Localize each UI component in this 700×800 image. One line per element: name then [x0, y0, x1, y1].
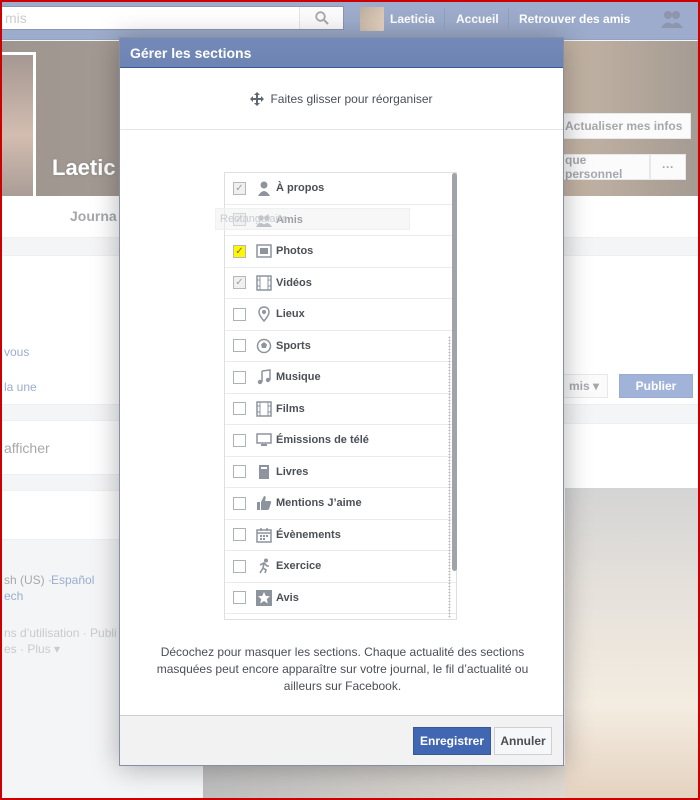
person-icon	[256, 180, 272, 197]
calendar-icon	[256, 527, 272, 543]
drag-handle[interactable]	[448, 336, 451, 618]
map-pin-icon	[256, 306, 272, 323]
star-icon	[256, 589, 272, 606]
section-label: Lieux	[276, 308, 305, 321]
section-checkbox[interactable]: ✓	[233, 181, 246, 195]
running-icon	[256, 558, 272, 574]
list-item[interactable]: Musique	[225, 362, 456, 394]
section-checkbox[interactable]	[233, 559, 246, 573]
section-checkbox[interactable]: ✓	[233, 244, 246, 258]
section-checkbox[interactable]	[233, 402, 246, 416]
section-label: Exercice	[276, 560, 322, 573]
sections-list: ✓ À propos ✓ Amis ✓ Photos ✓ Vidéos Lieu…	[224, 172, 457, 620]
music-icon	[256, 369, 272, 385]
thumbs-up-icon	[256, 495, 272, 511]
section-checkbox[interactable]	[233, 370, 246, 384]
section-checkbox[interactable]	[233, 591, 246, 605]
save-button[interactable]: Enregistrer	[413, 727, 491, 755]
section-label: Photos	[276, 245, 314, 258]
section-label: Avis	[276, 591, 299, 604]
section-label: Émissions de télé	[276, 434, 369, 447]
section-label: À propos	[276, 182, 325, 195]
manage-sections-dialog: Gérer les sections Faites glisser pour r…	[119, 37, 564, 766]
tv-icon	[256, 432, 272, 448]
dialog-note: Décochez pour masquer les sections. Chaq…	[156, 645, 529, 693]
section-label: Sports	[276, 339, 311, 352]
section-checkbox[interactable]	[233, 339, 246, 353]
drag-hint: Faites glisser pour réorganiser	[120, 68, 563, 130]
section-label: Livres	[276, 465, 309, 478]
cancel-button[interactable]: Annuler	[494, 727, 552, 755]
dialog-footer: Enregistrer Annuler	[120, 715, 563, 765]
list-scrollbar[interactable]	[452, 173, 457, 571]
photos-icon	[256, 243, 272, 259]
section-label: Vidéos	[276, 276, 312, 289]
sports-icon	[256, 338, 272, 354]
section-checkbox[interactable]	[233, 307, 246, 321]
section-checkbox[interactable]	[233, 528, 246, 542]
list-item[interactable]: Livres	[225, 457, 456, 488]
section-label: Évènements	[276, 528, 341, 541]
list-item[interactable]: Exercice	[225, 551, 456, 583]
list-item[interactable]: ✓ À propos	[225, 173, 456, 205]
section-checkbox[interactable]: ✓	[233, 276, 246, 290]
film-icon	[256, 275, 272, 291]
drag-ghost: Rectangulaire	[215, 208, 410, 230]
list-item[interactable]: ✓ Vidéos	[225, 268, 456, 299]
drag-hint-text: Faites glisser pour réorganiser	[270, 91, 433, 106]
list-item[interactable]: Films	[225, 394, 456, 425]
dialog-title: Gérer les sections	[120, 38, 563, 68]
move-icon	[250, 91, 265, 106]
section-label: Mentions J’aime	[276, 497, 362, 510]
section-checkbox[interactable]	[233, 465, 246, 479]
section-checkbox[interactable]	[233, 496, 246, 510]
list-item[interactable]: Avis	[225, 583, 456, 614]
film-icon	[256, 401, 272, 417]
list-item[interactable]: Mentions J’aime	[225, 488, 456, 520]
book-icon	[256, 464, 272, 480]
list-item[interactable]: Sports	[225, 331, 456, 362]
list-item[interactable]: Lieux	[225, 299, 456, 331]
section-label: Films	[276, 402, 305, 415]
section-label: Musique	[276, 371, 321, 384]
list-item[interactable]: Émissions de télé	[225, 425, 456, 457]
section-checkbox[interactable]	[233, 433, 246, 447]
list-item[interactable]: Évènements	[225, 520, 456, 551]
list-item[interactable]: ✓ Photos	[225, 236, 456, 268]
